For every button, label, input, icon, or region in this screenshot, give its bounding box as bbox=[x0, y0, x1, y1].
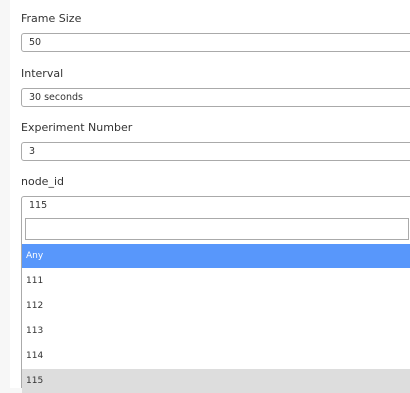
frame-size-label: Frame Size bbox=[21, 12, 82, 25]
frame-size-select[interactable]: 50 bbox=[21, 33, 410, 52]
node-id-dropdown: Any 111 112 113 114 115 bbox=[21, 214, 410, 393]
frame-size-value: 50 bbox=[29, 37, 42, 48]
dropdown-option-112[interactable]: 112 bbox=[22, 294, 410, 318]
interval-value: 30 seconds bbox=[29, 92, 83, 103]
option-label: 112 bbox=[26, 301, 44, 311]
interval-label: Interval bbox=[21, 67, 64, 80]
option-label: 114 bbox=[26, 351, 44, 361]
option-label: 111 bbox=[26, 276, 44, 286]
option-label: Any bbox=[26, 251, 44, 261]
filter-panel: Frame Size 50 Interval 30 seconds Experi… bbox=[10, 0, 410, 393]
experiment-number-select[interactable]: 3 bbox=[21, 142, 410, 161]
dropdown-option-any[interactable]: Any bbox=[22, 244, 410, 268]
dropdown-search-input[interactable] bbox=[25, 218, 409, 240]
dropdown-option-115[interactable]: 115 bbox=[22, 369, 410, 393]
node-id-label: node_id bbox=[21, 175, 64, 188]
option-label: 113 bbox=[26, 326, 44, 336]
dropdown-search-wrap bbox=[22, 214, 410, 244]
node-id-value: 115 bbox=[29, 200, 48, 211]
experiment-number-label: Experiment Number bbox=[21, 121, 133, 134]
interval-select[interactable]: 30 seconds bbox=[21, 88, 410, 107]
experiment-number-value: 3 bbox=[29, 146, 36, 157]
dropdown-option-114[interactable]: 114 bbox=[22, 344, 410, 368]
dropdown-option-111[interactable]: 111 bbox=[22, 269, 410, 293]
node-id-select[interactable]: 115 bbox=[21, 196, 410, 215]
dropdown-option-113[interactable]: 113 bbox=[22, 319, 410, 343]
option-label: 115 bbox=[26, 376, 44, 386]
